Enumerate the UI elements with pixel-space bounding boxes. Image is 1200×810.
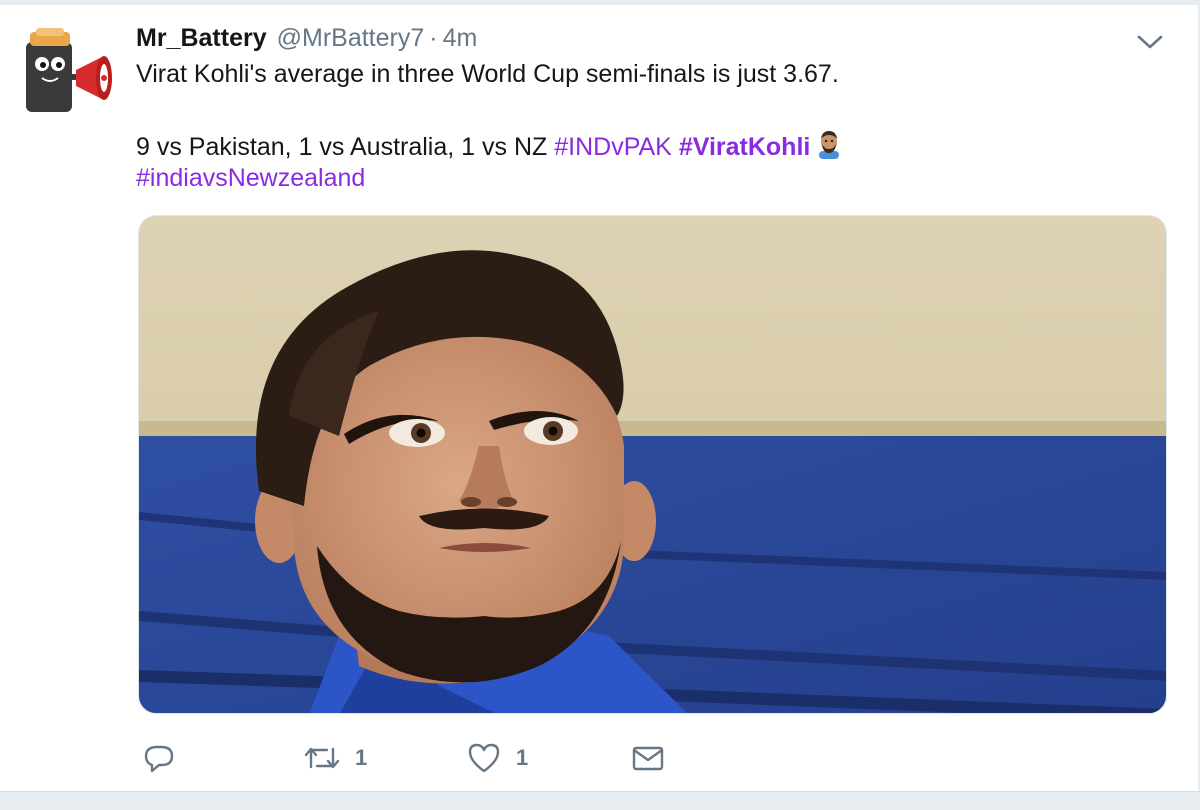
header-separator: · xyxy=(429,24,438,52)
envelope-icon xyxy=(630,741,666,775)
hashtag-indvpak[interactable]: #INDvPAK xyxy=(554,133,672,161)
author-name[interactable]: Mr_Battery xyxy=(136,24,267,53)
reply-button[interactable] xyxy=(142,738,190,778)
like-count: 1 xyxy=(516,745,529,770)
tweet-text-line-2: 9 vs Pakistan, 1 vs Australia, 1 vs NZ #… xyxy=(136,129,842,162)
man-face-emoji-icon xyxy=(816,129,842,159)
tweet-text-scores: 9 vs Pakistan, 1 vs Australia, 1 vs NZ xyxy=(136,133,548,161)
direct-message-button[interactable] xyxy=(630,738,666,778)
heart-icon xyxy=(466,741,502,775)
author-avatar[interactable] xyxy=(20,26,118,116)
tweet-text-line-3: #indiavsNewzealand xyxy=(136,164,365,193)
hashtag-indiavsnewzealand[interactable]: #indiavsNewzealand xyxy=(136,164,365,192)
author-handle[interactable]: @MrBattery7 xyxy=(277,24,425,53)
tweet-text-line-1: Virat Kohli's average in three World Cup… xyxy=(136,60,839,88)
chevron-down-icon[interactable] xyxy=(1136,31,1164,53)
like-button[interactable]: 1 xyxy=(466,738,528,778)
window-top-border xyxy=(0,0,1200,5)
tweet-timestamp[interactable]: 4m xyxy=(443,24,478,53)
retweet-button[interactable]: 1 xyxy=(303,738,367,778)
tweet-media-photo[interactable] xyxy=(138,215,1167,714)
hashtag-viratkohli[interactable]: #ViratKohli xyxy=(679,133,811,161)
retweet-icon xyxy=(303,741,341,775)
reply-icon xyxy=(142,741,176,775)
window-bottom-border xyxy=(0,791,1200,810)
tweet-header: Mr_Battery @MrBattery7 · 4m xyxy=(136,24,477,56)
retweet-count: 1 xyxy=(355,745,368,770)
